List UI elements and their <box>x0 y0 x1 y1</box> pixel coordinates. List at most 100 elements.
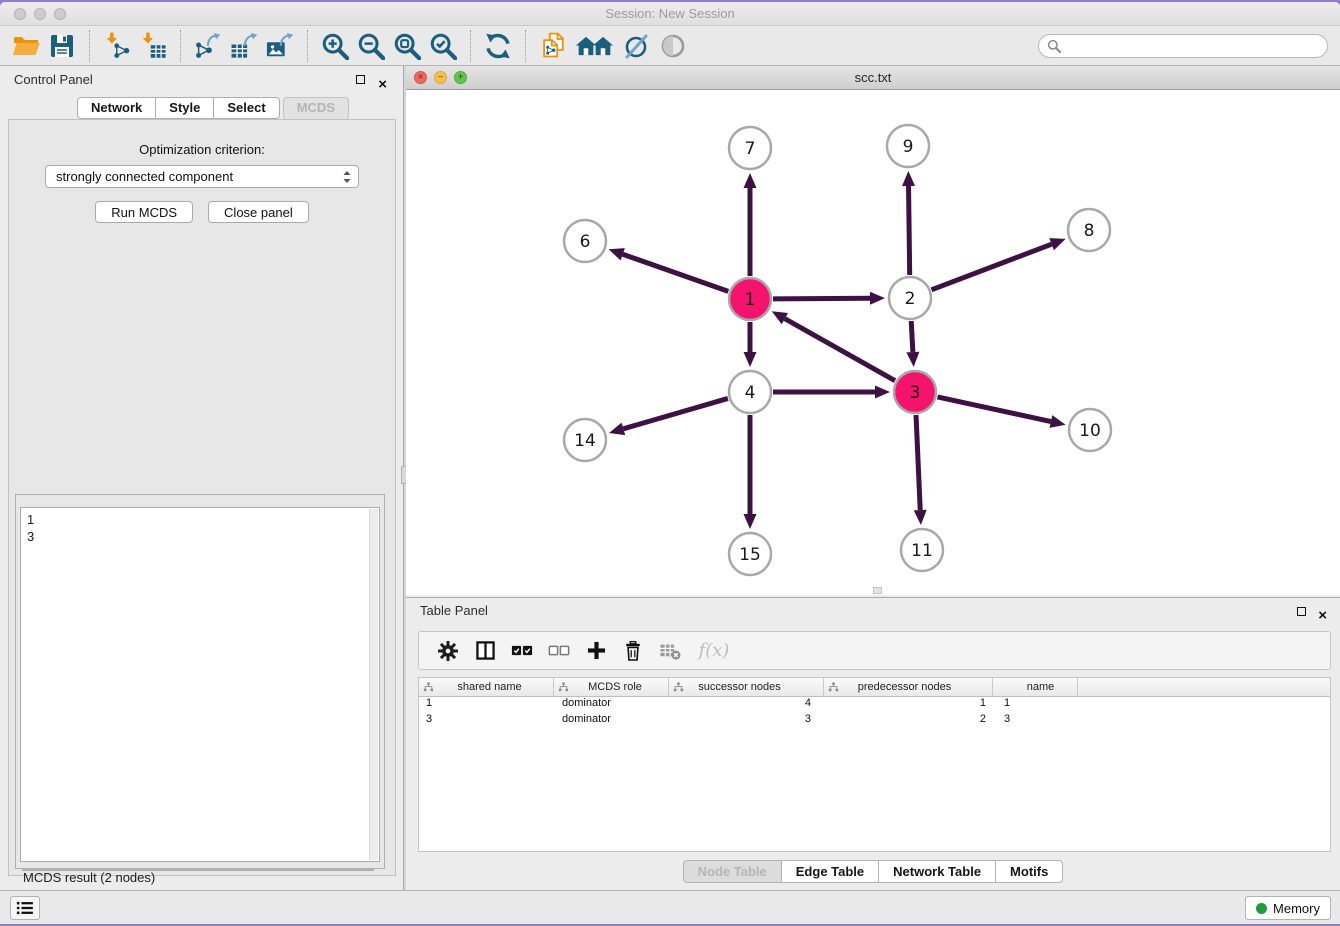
edge-2-3[interactable] <box>911 321 913 352</box>
refresh-view-button[interactable] <box>480 29 516 63</box>
table-cell[interactable]: 1 <box>419 697 554 713</box>
edge-1-2[interactable] <box>773 298 870 299</box>
float-panel-icon[interactable] <box>356 75 365 84</box>
edge-3-10[interactable] <box>937 397 1050 422</box>
toolbar-separator <box>307 30 308 62</box>
edge-3-11[interactable] <box>916 415 920 510</box>
column-header-shared-name[interactable]: shared name <box>419 678 554 696</box>
tree-icon <box>558 682 569 692</box>
export-image-button[interactable] <box>262 29 298 63</box>
canvas-splitter-handle[interactable] <box>873 587 882 594</box>
node-label-8: 8 <box>1084 221 1095 241</box>
edge-arrowhead <box>1049 238 1065 250</box>
zoom-out-button[interactable] <box>353 29 389 63</box>
table-row[interactable]: 3dominator323 <box>419 713 1330 729</box>
close-panel-button[interactable]: Close panel <box>208 201 309 223</box>
node-label-3: 3 <box>910 383 921 403</box>
control-panel: Control Panel × NetworkStyleSelectMCDS O… <box>0 66 403 890</box>
eye-icon <box>659 32 687 60</box>
table-cell[interactable]: 2 <box>824 713 993 729</box>
node-label-2: 2 <box>905 289 916 309</box>
tab-style[interactable]: Style <box>156 97 214 119</box>
select-all-button[interactable] <box>507 636 537 666</box>
hide-details-button[interactable] <box>619 29 655 63</box>
show-all-button[interactable] <box>571 29 619 63</box>
tab-motifs[interactable]: Motifs <box>996 860 1063 883</box>
network-view-window: × − + scc.txt 7968124314101511 <box>406 66 1340 595</box>
clone-network-button[interactable] <box>535 29 571 63</box>
edge-arrowhead <box>744 173 757 188</box>
delete-columns-button[interactable] <box>618 636 648 666</box>
table-cell[interactable]: dominator <box>554 713 669 729</box>
mcds-result-box: MCDS result (2 nodes) 13 <box>15 494 385 869</box>
close-table-panel-icon[interactable]: × <box>1318 603 1327 629</box>
column-label: successor nodes <box>698 681 781 693</box>
save-session-button[interactable] <box>44 29 80 63</box>
import-network-icon <box>103 32 131 60</box>
refresh-icon <box>484 32 512 60</box>
memory-button[interactable]: Memory <box>1245 896 1331 920</box>
edge-arrowhead <box>1050 415 1066 428</box>
import-network-button[interactable] <box>99 29 135 63</box>
table-cell[interactable]: 3 <box>669 713 824 729</box>
add-column-button[interactable] <box>581 636 611 666</box>
table-cell[interactable]: 1 <box>824 697 993 713</box>
open-session-button[interactable] <box>8 29 44 63</box>
zoom-fit-button[interactable] <box>389 29 425 63</box>
tab-edge-table[interactable]: Edge Table <box>782 860 879 883</box>
edge-arrowhead <box>609 423 625 435</box>
network-title: scc.txt <box>406 70 1340 85</box>
close-panel-icon[interactable]: × <box>378 71 387 99</box>
network-graph[interactable]: 7968124314101511 <box>406 90 1340 595</box>
tab-network-table[interactable]: Network Table <box>879 860 996 883</box>
table-row[interactable]: 1dominator411 <box>419 697 1330 713</box>
tab-mcds[interactable]: MCDS <box>283 97 349 120</box>
criterion-value: strongly connected component <box>56 169 342 184</box>
table-cell[interactable]: 3 <box>419 713 554 729</box>
edge-1-6[interactable] <box>623 254 729 291</box>
show-columns-button[interactable] <box>470 636 500 666</box>
edge-arrowhead <box>609 248 625 260</box>
mcds-panel: Optimization criterion: strongly connect… <box>8 119 396 876</box>
table-cell[interactable]: 1 <box>993 697 1078 713</box>
tab-network[interactable]: Network <box>77 97 156 119</box>
export-network-button[interactable] <box>190 29 226 63</box>
toolbar-separator <box>525 30 526 62</box>
tab-node-table[interactable]: Node Table <box>683 860 782 883</box>
deselect-all-button[interactable] <box>544 636 574 666</box>
column-header-name[interactable]: name <box>993 678 1078 696</box>
table-cell[interactable]: 4 <box>669 697 824 713</box>
search-input[interactable] <box>1061 36 1327 56</box>
mcds-result-list[interactable]: 13 <box>20 507 380 862</box>
run-mcds-button[interactable]: Run MCDS <box>95 201 193 223</box>
table-cell[interactable]: dominator <box>554 697 669 713</box>
task-history-button[interactable] <box>10 896 40 920</box>
zoom-in-button[interactable] <box>317 29 353 63</box>
table-mode-button[interactable] <box>433 636 463 666</box>
delete-table-button[interactable] <box>655 636 685 666</box>
result-scrollbar[interactable] <box>369 509 378 860</box>
function-builder-button[interactable]: f(x) <box>692 636 736 666</box>
memory-label: Memory <box>1273 901 1320 916</box>
edge-4-14[interactable] <box>623 398 728 428</box>
export-table-button[interactable] <box>226 29 262 63</box>
tree-icon <box>423 682 434 692</box>
import-table-button[interactable] <box>135 29 171 63</box>
tab-select[interactable]: Select <box>214 97 279 119</box>
table-cell[interactable]: 3 <box>993 713 1078 729</box>
float-table-panel-icon[interactable] <box>1297 607 1306 616</box>
edge-arrowhead <box>744 352 757 367</box>
show-view-button[interactable] <box>655 29 691 63</box>
edge-2-9[interactable] <box>909 186 910 275</box>
edge-2-8[interactable] <box>932 244 1052 290</box>
column-label: MCDS role <box>588 681 642 693</box>
table-toolbar: f(x) <box>418 631 1331 670</box>
column-header-mcds-role[interactable]: MCDS role <box>554 678 669 696</box>
table-panel: Table Panel × <box>406 597 1340 890</box>
criterion-dropdown[interactable]: strongly connected component <box>45 165 359 188</box>
edge-3-1[interactable] <box>785 319 895 381</box>
column-header-predecessor-nodes[interactable]: predecessor nodes <box>824 678 993 696</box>
zoom-selected-button[interactable] <box>425 29 461 63</box>
column-header-successor-nodes[interactable]: successor nodes <box>669 678 824 696</box>
network-canvas[interactable]: 7968124314101511 <box>406 90 1340 595</box>
